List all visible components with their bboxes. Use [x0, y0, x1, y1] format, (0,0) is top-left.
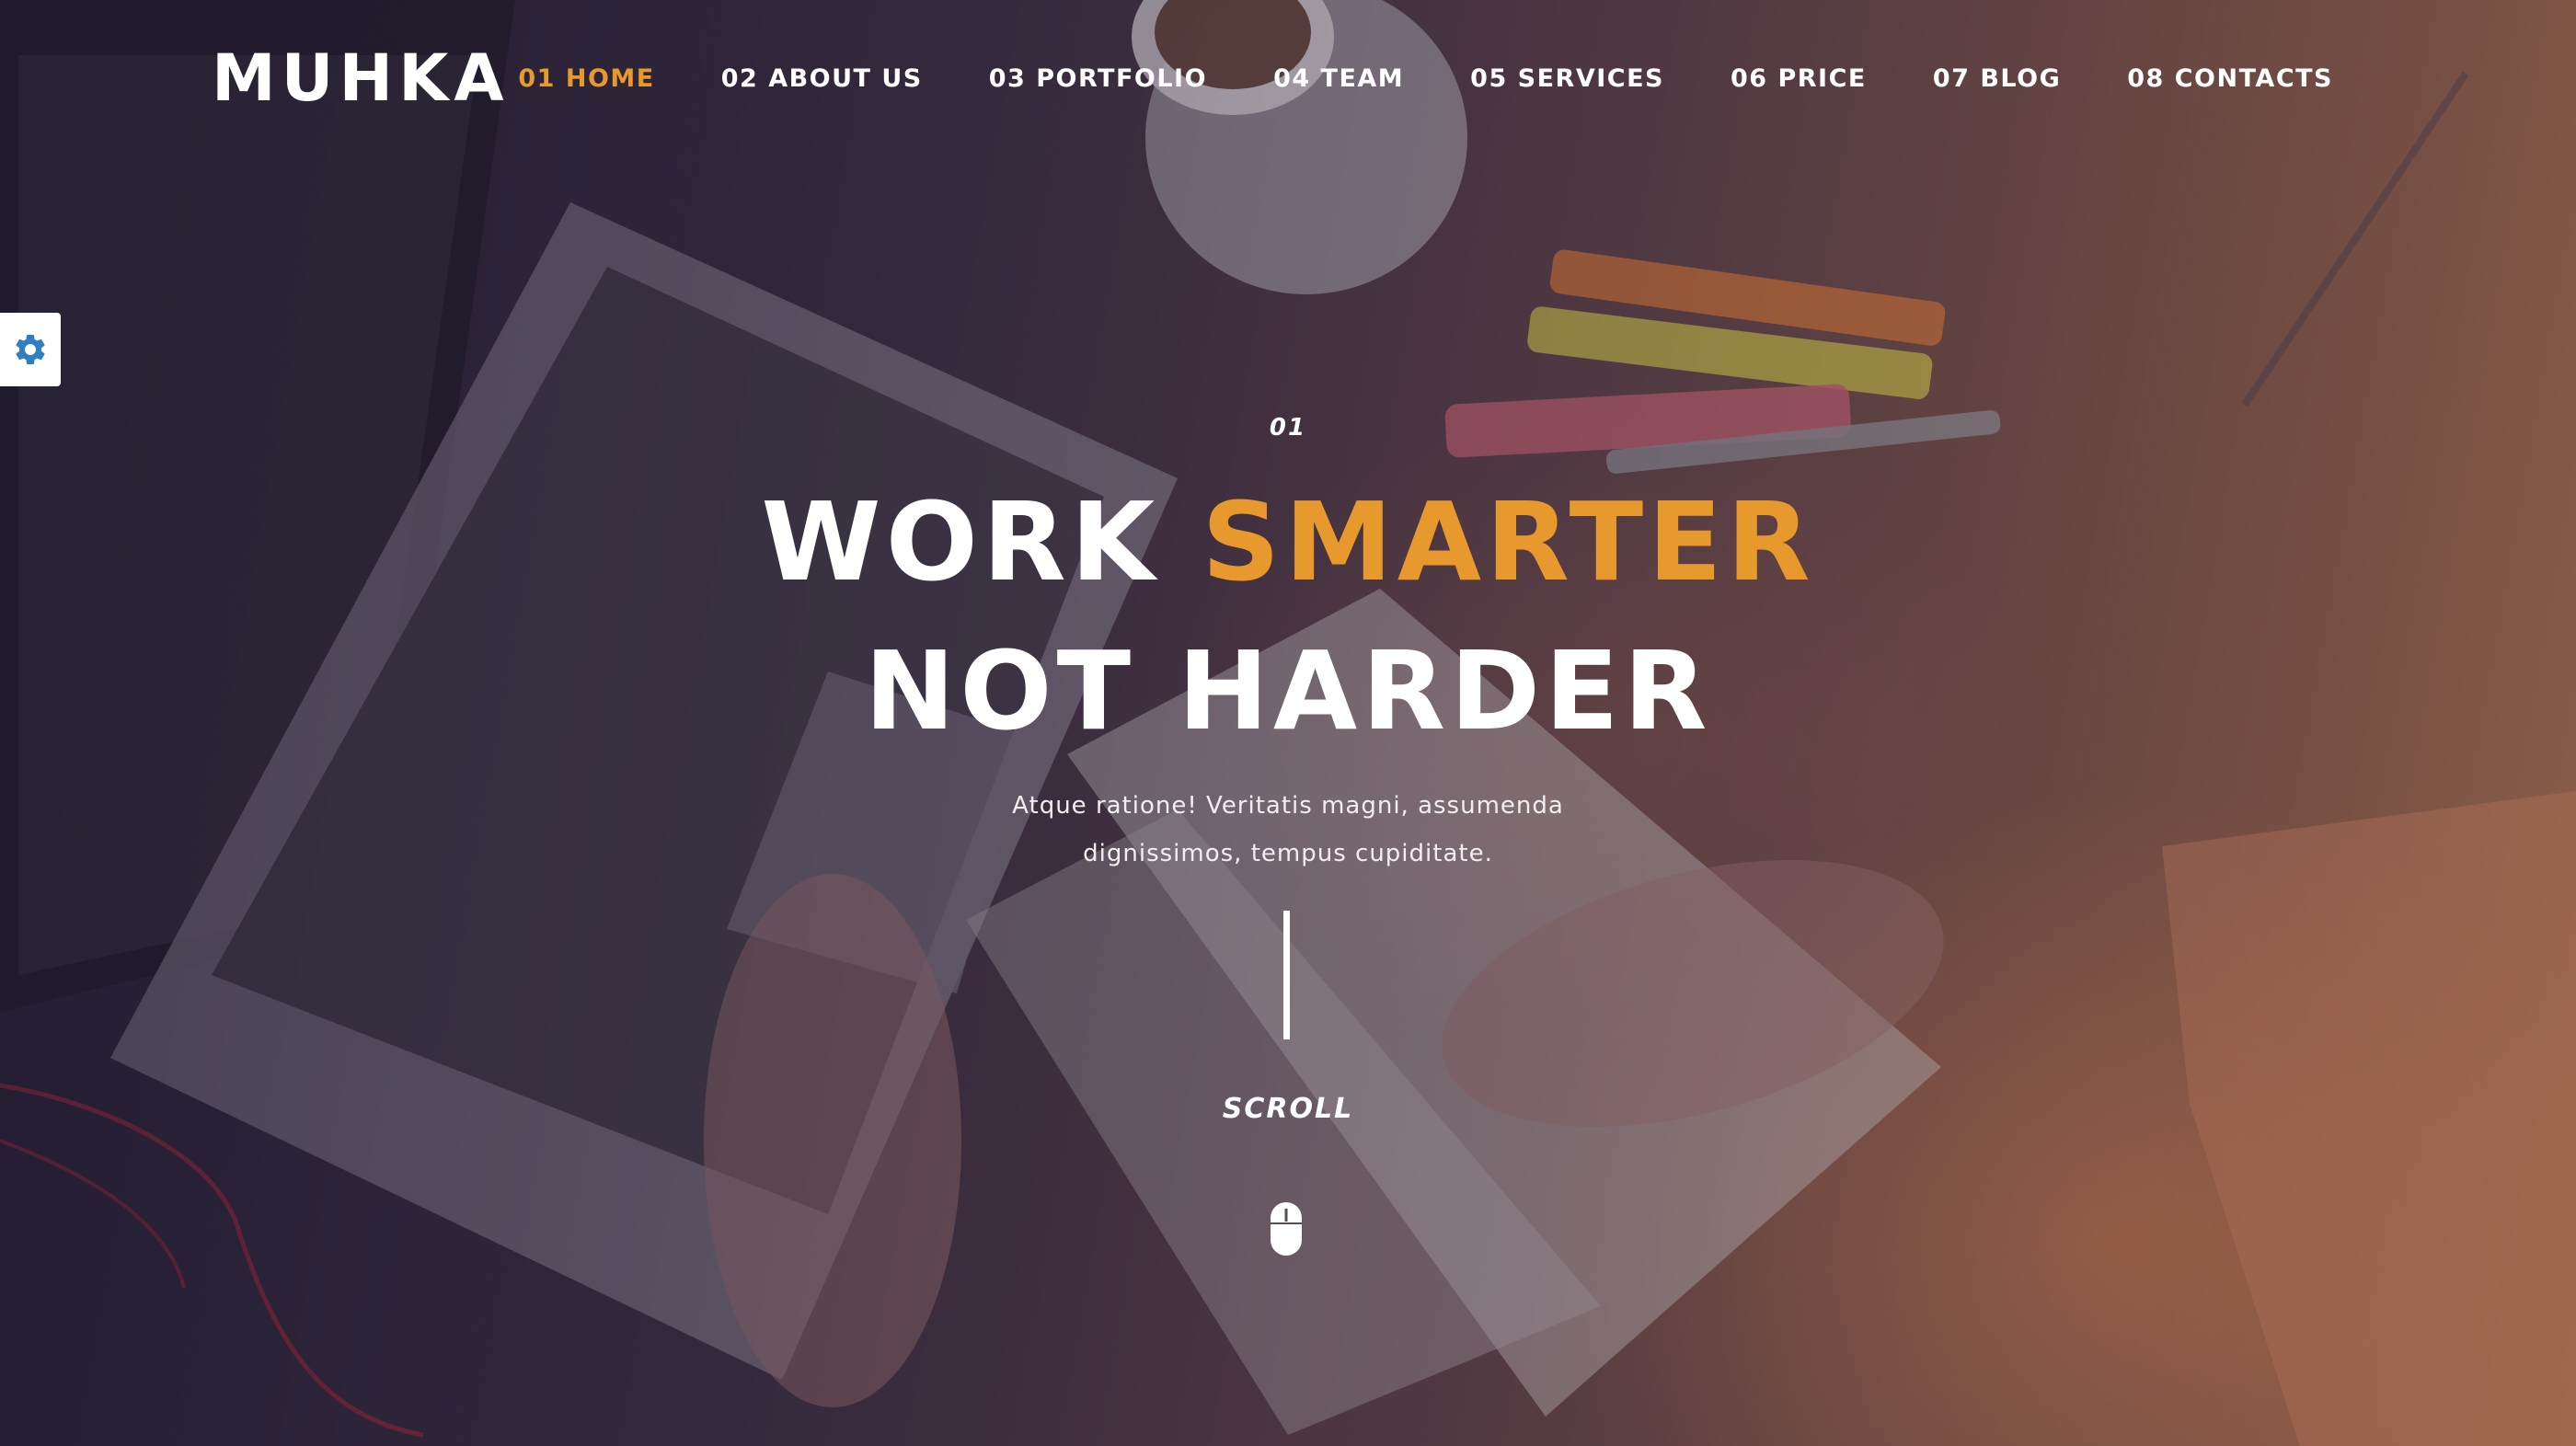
nav-item-contacts[interactable]: 08 CONTACTS — [2127, 64, 2333, 93]
settings-toggle-button[interactable] — [0, 313, 61, 386]
scroll-label[interactable]: SCROLL — [0, 1093, 2576, 1125]
hero-section: 01 WORK SMARTER NOT HARDER Atque ratione… — [0, 414, 2576, 878]
nav-item-services[interactable]: 05 SERVICES — [1470, 64, 1664, 93]
scroll-line — [1283, 911, 1290, 1039]
hero-title-line2: NOT HARDER — [864, 627, 1712, 754]
nav-item-home[interactable]: 01 HOME — [518, 64, 654, 93]
mouse-icon[interactable] — [1270, 1201, 1303, 1257]
hero-title: WORK SMARTER NOT HARDER — [0, 467, 2576, 765]
hero-subtitle: Atque ratione! Veritatis magni, assumend… — [0, 782, 2576, 878]
hero-title-word: WORK — [761, 478, 1160, 605]
page: MUHKA 01 HOME 02 ABOUT US 03 PORTFOLIO 0… — [0, 0, 2576, 1446]
nav-item-portfolio[interactable]: 03 PORTFOLIO — [989, 64, 1207, 93]
hero-subtitle-line2: dignissimos, tempus cupiditate. — [1083, 840, 1493, 867]
nav-item-about-us[interactable]: 02 ABOUT US — [721, 64, 923, 93]
nav-item-price[interactable]: 06 PRICE — [1731, 64, 1867, 93]
gear-icon — [16, 335, 45, 364]
hero-title-accent: SMARTER — [1202, 478, 1815, 605]
main-nav: 01 HOME 02 ABOUT US 03 PORTFOLIO 04 TEAM… — [452, 64, 2333, 93]
hero-subtitle-line1: Atque ratione! Veritatis magni, assumend… — [1012, 792, 1564, 820]
nav-item-blog[interactable]: 07 BLOG — [1933, 64, 2061, 93]
section-index: 01 — [1269, 414, 1307, 442]
nav-item-team[interactable]: 04 TEAM — [1273, 64, 1404, 93]
